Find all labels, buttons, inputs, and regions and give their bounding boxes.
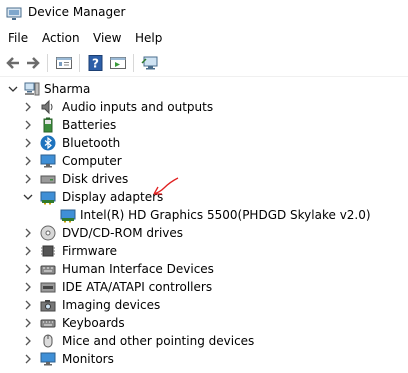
speaker-icon	[40, 99, 56, 115]
menu-bar: File Action View Help	[0, 28, 408, 50]
tree-item-hid[interactable]: Human Interface Devices	[0, 260, 408, 278]
tree-item-computer[interactable]: Computer	[0, 152, 408, 170]
chevron-right-icon[interactable]	[23, 137, 33, 149]
tree-item-batteries[interactable]: Batteries	[0, 116, 408, 134]
ide-controller-icon	[40, 279, 56, 295]
tree-item-bluetooth[interactable]: Bluetooth	[0, 134, 408, 152]
battery-icon	[40, 117, 56, 133]
tree-item-label: Audio inputs and outputs	[62, 100, 214, 114]
tree-item-label: Computer	[62, 154, 122, 168]
chevron-right-icon[interactable]	[23, 299, 33, 311]
tree-item-imaging[interactable]: Imaging devices	[0, 296, 408, 314]
monitor-icon	[40, 153, 56, 169]
tree-item-label: Bluetooth	[62, 136, 121, 150]
tree-item-dvd-cdrom[interactable]: DVD/CD-ROM drives	[0, 224, 408, 242]
tree-item-display-adapters[interactable]: Display adapters	[0, 188, 408, 206]
menu-action[interactable]: Action	[42, 31, 80, 45]
toolbar-separator	[79, 54, 80, 72]
show-hidden-icon[interactable]	[109, 54, 127, 72]
toolbar: ?	[0, 50, 408, 77]
hid-icon	[40, 261, 56, 277]
title-bar: Device Manager	[0, 0, 408, 28]
tree-item-mice[interactable]: Mice and other pointing devices	[0, 332, 408, 350]
chevron-right-icon[interactable]	[23, 119, 33, 131]
chevron-right-icon[interactable]	[23, 227, 33, 239]
tree-item-label: Mice and other pointing devices	[62, 334, 255, 348]
help-icon[interactable]: ?	[87, 54, 105, 72]
tree-item-label: DVD/CD-ROM drives	[62, 226, 184, 240]
toolbar-separator	[133, 54, 134, 72]
keyboard-icon	[40, 315, 56, 331]
chevron-right-icon[interactable]	[23, 263, 33, 275]
chevron-right-icon[interactable]	[23, 335, 33, 347]
bluetooth-icon	[40, 135, 56, 151]
menu-view[interactable]: View	[93, 31, 121, 45]
properties-sheet-icon[interactable]	[55, 54, 73, 72]
menu-help[interactable]: Help	[135, 31, 162, 45]
window-title: Device Manager	[28, 5, 126, 19]
tree-item-label: Human Interface Devices	[62, 262, 214, 276]
tree-item-intel-hd-graphics[interactable]: Intel(R) HD Graphics 5500(PHDGD Skylake …	[0, 206, 408, 224]
tree-item-label: Intel(R) HD Graphics 5500(PHDGD Skylake …	[80, 208, 371, 222]
scan-hardware-icon[interactable]	[141, 54, 159, 72]
svg-text:?: ?	[92, 57, 99, 71]
annotation-arrow-icon	[150, 176, 182, 201]
tree-item-firmware[interactable]: Firmware	[0, 242, 408, 260]
chevron-down-icon[interactable]	[23, 191, 33, 203]
chevron-right-icon[interactable]	[23, 245, 33, 257]
tree-item-label: Disk drives	[62, 172, 129, 186]
chevron-right-icon[interactable]	[23, 281, 33, 293]
camera-icon	[40, 297, 56, 313]
tree-item-disk-drives[interactable]: Disk drives	[0, 170, 408, 188]
tree-item-keyboards[interactable]: Keyboards	[0, 314, 408, 332]
chevron-right-icon[interactable]	[23, 353, 33, 365]
chevron-right-icon[interactable]	[23, 317, 33, 329]
back-arrow-icon[interactable]	[4, 54, 22, 72]
chevron-right-icon[interactable]	[23, 101, 33, 113]
menu-file[interactable]: File	[8, 31, 28, 45]
tree-item-label: Monitors	[62, 352, 114, 366]
device-manager-icon	[6, 6, 22, 25]
tree-item-label: Imaging devices	[62, 298, 161, 312]
toolbar-separator	[47, 54, 48, 72]
mouse-icon	[40, 333, 56, 349]
tree-root-sharma[interactable]: Sharma	[0, 80, 408, 98]
chevron-right-icon[interactable]	[23, 155, 33, 167]
chevron-right-icon[interactable]	[23, 173, 33, 185]
tree-item-ide-ata[interactable]: IDE ATA/ATAPI controllers	[0, 278, 408, 296]
tree-item-label: Keyboards	[62, 316, 125, 330]
tree-item-monitors[interactable]: Monitors	[0, 350, 408, 368]
forward-arrow-icon[interactable]	[24, 54, 42, 72]
tree-item-label: Firmware	[62, 244, 117, 258]
firmware-icon	[40, 243, 56, 259]
dvd-icon	[40, 225, 56, 241]
tree-root-label: Sharma	[44, 82, 91, 96]
monitor-icon	[40, 351, 56, 367]
disk-drive-icon	[40, 171, 56, 187]
tree-item-label: Display adapters	[62, 190, 164, 204]
tree-item-label: IDE ATA/ATAPI controllers	[62, 280, 213, 294]
chevron-down-icon[interactable]	[8, 83, 18, 95]
tree-item-label: Batteries	[62, 118, 117, 132]
computer-icon	[24, 81, 40, 97]
display-adapter-icon	[60, 207, 76, 223]
tree-item-audio[interactable]: Audio inputs and outputs	[0, 98, 408, 116]
display-adapter-icon	[40, 189, 56, 205]
